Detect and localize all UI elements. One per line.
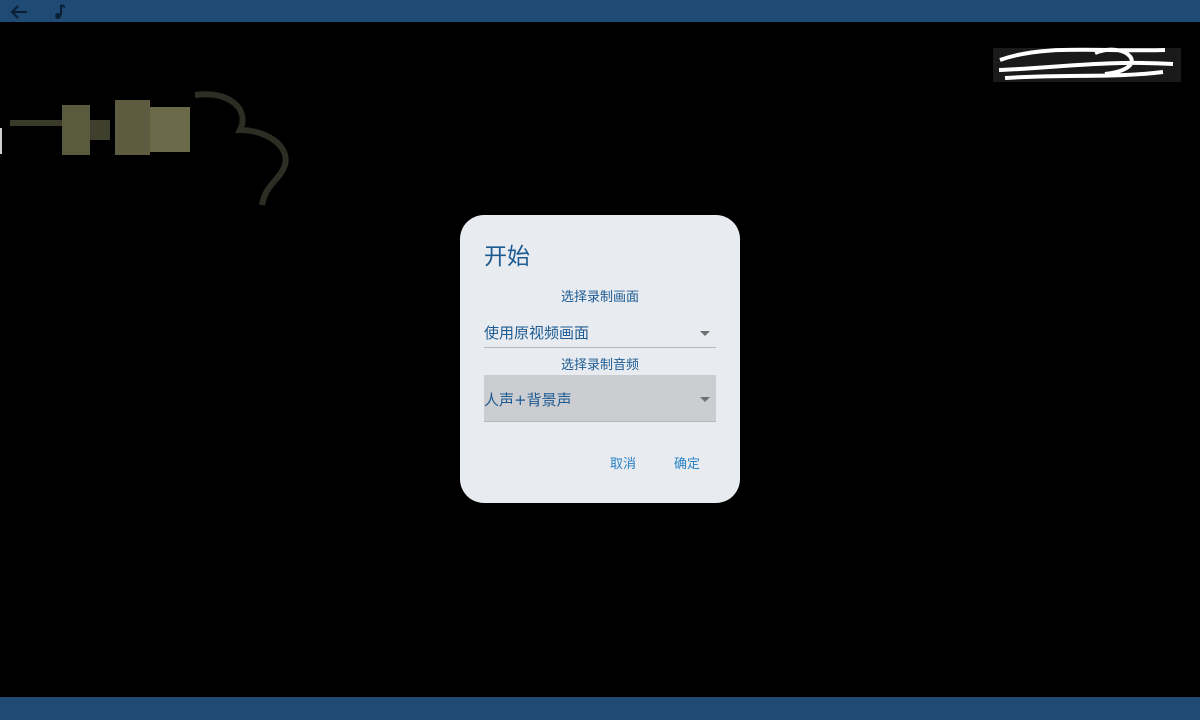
video-source-value: 使用原视频画面 xyxy=(484,324,590,342)
start-dialog: 开始 选择录制画面 使用原视频画面 选择录制音频 人声+背景声 取消 确定 xyxy=(460,215,740,503)
confirm-button[interactable]: 确定 xyxy=(662,453,712,477)
bottom-bar xyxy=(0,697,1200,720)
audio-section-label: 选择录制音频 xyxy=(560,358,639,373)
dropdown-arrow-icon xyxy=(700,397,710,402)
video-section-label: 选择录制画面 xyxy=(560,290,639,305)
audio-source-select[interactable]: 人声+背景声 xyxy=(484,375,716,422)
cancel-button[interactable]: 取消 xyxy=(598,453,648,477)
dropdown-arrow-icon xyxy=(700,331,710,336)
redaction-scribble xyxy=(993,47,1181,82)
audio-source-value: 人声+背景声 xyxy=(484,391,572,409)
dialog-title: 开始 xyxy=(484,244,530,270)
blurred-watermark xyxy=(10,91,289,206)
video-source-select[interactable]: 使用原视频画面 xyxy=(484,319,716,348)
arrow-left-icon[interactable] xyxy=(9,4,29,20)
top-bar xyxy=(0,0,1200,22)
music-note-icon[interactable] xyxy=(50,4,70,20)
